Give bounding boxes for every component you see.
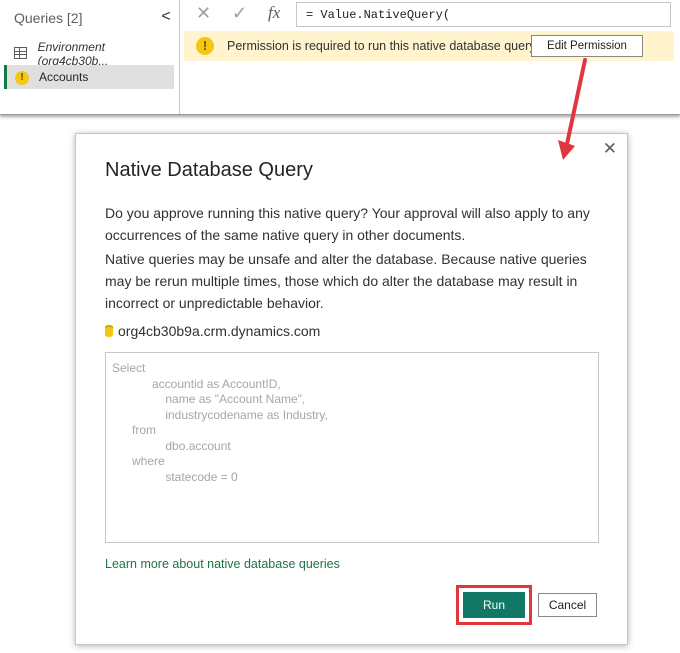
table-icon — [14, 46, 28, 59]
permission-message: Permission is required to run this nativ… — [227, 39, 539, 53]
query-line: accountid as AccountID, — [112, 376, 281, 391]
query-text-box[interactable]: Select accountid as AccountID, name as "… — [105, 352, 599, 543]
dialog-title: Native Database Query — [105, 159, 313, 181]
query-item-environment[interactable]: Environment (org4cb30b... — [6, 40, 176, 68]
queries-pane-title: Queries [2] — [14, 10, 83, 26]
query-line: where — [112, 454, 165, 468]
permission-warning-bar: ! Permission is required to run this nat… — [184, 31, 674, 61]
warning-icon: ! — [196, 37, 214, 55]
warning-paragraph: Native queries may be unsafe and alter t… — [105, 251, 587, 311]
query-line: from — [112, 423, 157, 437]
edit-permission-button[interactable]: Edit Permission — [531, 35, 643, 57]
cancel-formula-icon[interactable]: ✕ — [196, 3, 211, 24]
query-line: name as "Account Name", — [112, 392, 306, 406]
close-icon[interactable]: ✕ — [603, 139, 617, 159]
collapse-pane-button[interactable]: < — [158, 8, 174, 26]
run-button[interactable]: Run — [463, 592, 525, 618]
server-name: org4cb30b9a.crm.dynamics.com — [118, 323, 321, 339]
queries-pane: Queries [2] < Environment (org4cb30b... … — [0, 0, 180, 114]
query-line: industrycodename as Industry, — [112, 407, 328, 422]
cancel-button[interactable]: Cancel — [538, 593, 597, 617]
formula-input[interactable]: = Value.NativeQuery( — [296, 2, 671, 27]
native-query-dialog: ✕ Native Database Query Do you approve r… — [75, 133, 628, 645]
query-editor-strip: Queries [2] < Environment (org4cb30b... … — [0, 0, 680, 115]
query-line: dbo.account — [112, 438, 231, 453]
server-label: org4cb30b9a.crm.dynamics.com — [105, 323, 320, 339]
query-item-accounts[interactable]: ! Accounts — [4, 65, 174, 89]
commit-formula-icon[interactable]: ✓ — [232, 3, 247, 24]
query-item-label: Accounts — [39, 70, 89, 84]
database-icon — [105, 325, 113, 337]
learn-more-link[interactable]: Learn more about native database queries — [105, 557, 340, 571]
query-line: Select — [112, 361, 146, 375]
formula-bar: ✕ ✓ fx = Value.NativeQuery( — [188, 1, 675, 27]
approval-paragraph: Do you approve running this native query… — [105, 205, 590, 243]
query-line: statecode = 0 — [112, 469, 238, 484]
fx-icon[interactable]: fx — [268, 3, 280, 23]
query-item-label: Environment (org4cb30b... — [37, 40, 109, 68]
warning-icon: ! — [15, 71, 29, 85]
